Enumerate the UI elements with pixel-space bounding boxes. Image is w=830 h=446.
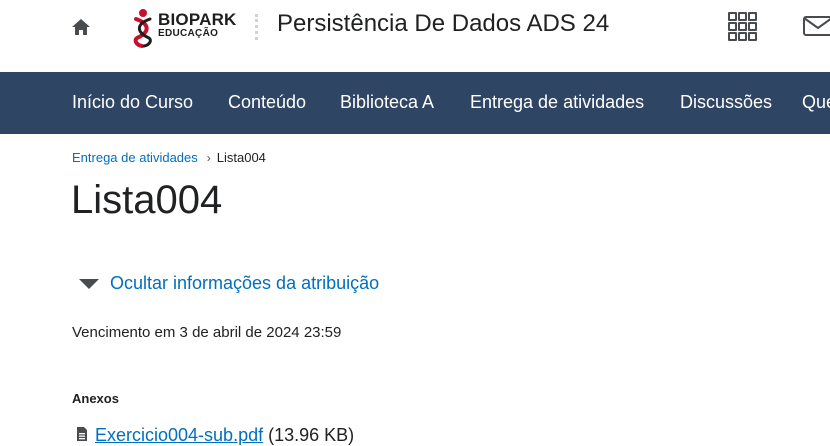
breadcrumb: Entrega de atividades › Lista004: [72, 150, 266, 165]
grid-cell: [728, 22, 737, 31]
nav-item-discussoes[interactable]: Discussões: [680, 92, 772, 113]
nav-item-biblioteca[interactable]: Biblioteca A: [340, 92, 434, 113]
breadcrumb-parent-link[interactable]: Entrega de atividades: [72, 150, 198, 165]
attachment-link[interactable]: Exercicio004-sub.pdf: [95, 425, 263, 445]
breadcrumb-separator: ›: [206, 151, 211, 165]
grid-cell: [738, 32, 747, 41]
nav-item-entrega[interactable]: Entrega de atividades: [470, 92, 644, 113]
grid-cell: [748, 12, 757, 21]
grid-cell: [748, 32, 757, 41]
caret-down-icon: [79, 279, 99, 289]
breadcrumb-current: Lista004: [216, 150, 266, 165]
grid-cell: [738, 12, 747, 21]
top-header: BIOPARK EDUCAÇÃO Persistência De Dados A…: [0, 0, 830, 72]
due-date: Vencimento em 3 de abril de 2024 23:59: [72, 324, 342, 341]
course-navbar: Início do Curso Conteúdo Biblioteca A En…: [0, 72, 830, 134]
home-icon[interactable]: [70, 16, 92, 38]
grid-cell: [748, 22, 757, 31]
attachments-heading: Anexos: [72, 391, 119, 406]
page-title: Lista004: [71, 178, 223, 222]
biopark-logo[interactable]: BIOPARK EDUCAÇÃO: [130, 8, 240, 48]
logo-name: BIOPARK: [158, 10, 237, 29]
toggle-label: Ocultar informações da atribuição: [110, 273, 380, 293]
attachment-size: (13.96 KB): [268, 425, 355, 445]
grid-cell: [728, 32, 737, 41]
attachment-item: Exercicio004-sub.pdf (13.96 KB): [75, 425, 354, 446]
file-icon: [77, 427, 87, 441]
grid-cell: [738, 22, 747, 31]
grid-cell: [728, 12, 737, 21]
nav-item-questionarios[interactable]: Questionários: [802, 92, 830, 113]
mail-icon[interactable]: [803, 16, 830, 36]
biopark-logo-mark: [133, 9, 152, 48]
header-divider: [255, 14, 258, 40]
course-title[interactable]: Persistência De Dados ADS 24: [277, 10, 609, 38]
nav-item-inicio[interactable]: Início do Curso: [72, 92, 193, 113]
grid-icon[interactable]: [728, 12, 758, 42]
logo-subtitle: EDUCAÇÃO: [158, 28, 219, 39]
nav-item-conteudo[interactable]: Conteúdo: [228, 92, 306, 113]
